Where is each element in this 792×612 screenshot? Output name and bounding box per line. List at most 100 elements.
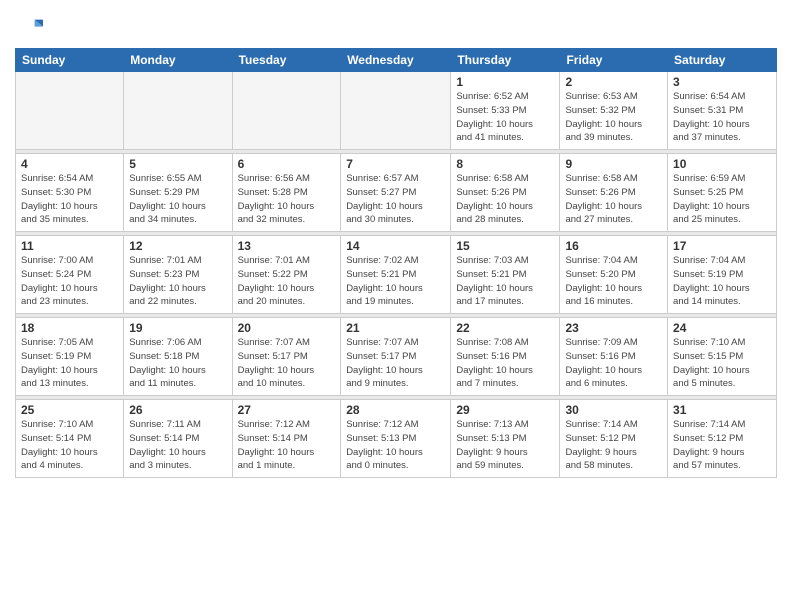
day-number: 7 <box>346 157 445 171</box>
logo <box>15 14 47 42</box>
day-info: Sunrise: 7:11 AM Sunset: 5:14 PM Dayligh… <box>129 418 226 473</box>
day-number: 14 <box>346 239 445 253</box>
day-number: 28 <box>346 403 445 417</box>
day-info: Sunrise: 7:14 AM Sunset: 5:12 PM Dayligh… <box>565 418 662 473</box>
day-info: Sunrise: 6:59 AM Sunset: 5:25 PM Dayligh… <box>673 172 771 227</box>
day-info: Sunrise: 7:10 AM Sunset: 5:15 PM Dayligh… <box>673 336 771 391</box>
day-info: Sunrise: 6:58 AM Sunset: 5:26 PM Dayligh… <box>565 172 662 227</box>
day-number: 17 <box>673 239 771 253</box>
day-info: Sunrise: 7:01 AM Sunset: 5:23 PM Dayligh… <box>129 254 226 309</box>
calendar-cell: 28Sunrise: 7:12 AM Sunset: 5:13 PM Dayli… <box>341 400 451 478</box>
calendar-cell: 19Sunrise: 7:06 AM Sunset: 5:18 PM Dayli… <box>124 318 232 396</box>
day-number: 30 <box>565 403 662 417</box>
day-info: Sunrise: 6:53 AM Sunset: 5:32 PM Dayligh… <box>565 90 662 145</box>
day-info: Sunrise: 7:05 AM Sunset: 5:19 PM Dayligh… <box>21 336 118 391</box>
calendar-cell: 6Sunrise: 6:56 AM Sunset: 5:28 PM Daylig… <box>232 154 341 232</box>
calendar-cell: 18Sunrise: 7:05 AM Sunset: 5:19 PM Dayli… <box>16 318 124 396</box>
calendar-cell: 25Sunrise: 7:10 AM Sunset: 5:14 PM Dayli… <box>16 400 124 478</box>
calendar-cell: 31Sunrise: 7:14 AM Sunset: 5:12 PM Dayli… <box>668 400 777 478</box>
calendar-cell: 20Sunrise: 7:07 AM Sunset: 5:17 PM Dayli… <box>232 318 341 396</box>
day-number: 16 <box>565 239 662 253</box>
day-info: Sunrise: 6:57 AM Sunset: 5:27 PM Dayligh… <box>346 172 445 227</box>
calendar-cell: 7Sunrise: 6:57 AM Sunset: 5:27 PM Daylig… <box>341 154 451 232</box>
page: SundayMondayTuesdayWednesdayThursdayFrid… <box>0 0 792 612</box>
calendar-cell: 27Sunrise: 7:12 AM Sunset: 5:14 PM Dayli… <box>232 400 341 478</box>
calendar-cell: 8Sunrise: 6:58 AM Sunset: 5:26 PM Daylig… <box>451 154 560 232</box>
calendar: SundayMondayTuesdayWednesdayThursdayFrid… <box>15 48 777 478</box>
calendar-cell: 30Sunrise: 7:14 AM Sunset: 5:12 PM Dayli… <box>560 400 668 478</box>
day-info: Sunrise: 6:56 AM Sunset: 5:28 PM Dayligh… <box>238 172 336 227</box>
day-number: 1 <box>456 75 554 89</box>
logo-icon <box>15 14 43 42</box>
day-info: Sunrise: 7:08 AM Sunset: 5:16 PM Dayligh… <box>456 336 554 391</box>
day-number: 19 <box>129 321 226 335</box>
day-info: Sunrise: 7:03 AM Sunset: 5:21 PM Dayligh… <box>456 254 554 309</box>
day-info: Sunrise: 7:12 AM Sunset: 5:13 PM Dayligh… <box>346 418 445 473</box>
day-info: Sunrise: 7:13 AM Sunset: 5:13 PM Dayligh… <box>456 418 554 473</box>
calendar-cell: 23Sunrise: 7:09 AM Sunset: 5:16 PM Dayli… <box>560 318 668 396</box>
week-row-4: 18Sunrise: 7:05 AM Sunset: 5:19 PM Dayli… <box>16 318 777 396</box>
day-number: 31 <box>673 403 771 417</box>
calendar-cell <box>232 72 341 150</box>
calendar-cell: 29Sunrise: 7:13 AM Sunset: 5:13 PM Dayli… <box>451 400 560 478</box>
calendar-cell: 24Sunrise: 7:10 AM Sunset: 5:15 PM Dayli… <box>668 318 777 396</box>
calendar-cell: 16Sunrise: 7:04 AM Sunset: 5:20 PM Dayli… <box>560 236 668 314</box>
day-info: Sunrise: 7:00 AM Sunset: 5:24 PM Dayligh… <box>21 254 118 309</box>
day-number: 3 <box>673 75 771 89</box>
calendar-cell: 4Sunrise: 6:54 AM Sunset: 5:30 PM Daylig… <box>16 154 124 232</box>
day-number: 22 <box>456 321 554 335</box>
calendar-cell: 26Sunrise: 7:11 AM Sunset: 5:14 PM Dayli… <box>124 400 232 478</box>
day-number: 20 <box>238 321 336 335</box>
day-number: 21 <box>346 321 445 335</box>
week-row-5: 25Sunrise: 7:10 AM Sunset: 5:14 PM Dayli… <box>16 400 777 478</box>
day-info: Sunrise: 6:58 AM Sunset: 5:26 PM Dayligh… <box>456 172 554 227</box>
day-number: 18 <box>21 321 118 335</box>
weekday-header-wednesday: Wednesday <box>341 49 451 72</box>
day-info: Sunrise: 6:55 AM Sunset: 5:29 PM Dayligh… <box>129 172 226 227</box>
day-info: Sunrise: 7:04 AM Sunset: 5:20 PM Dayligh… <box>565 254 662 309</box>
weekday-header-friday: Friday <box>560 49 668 72</box>
day-number: 4 <box>21 157 118 171</box>
weekday-header-saturday: Saturday <box>668 49 777 72</box>
day-number: 26 <box>129 403 226 417</box>
day-info: Sunrise: 7:14 AM Sunset: 5:12 PM Dayligh… <box>673 418 771 473</box>
day-number: 15 <box>456 239 554 253</box>
day-number: 9 <box>565 157 662 171</box>
calendar-cell: 12Sunrise: 7:01 AM Sunset: 5:23 PM Dayli… <box>124 236 232 314</box>
calendar-cell: 9Sunrise: 6:58 AM Sunset: 5:26 PM Daylig… <box>560 154 668 232</box>
calendar-cell: 13Sunrise: 7:01 AM Sunset: 5:22 PM Dayli… <box>232 236 341 314</box>
calendar-cell: 22Sunrise: 7:08 AM Sunset: 5:16 PM Dayli… <box>451 318 560 396</box>
calendar-cell: 21Sunrise: 7:07 AM Sunset: 5:17 PM Dayli… <box>341 318 451 396</box>
day-info: Sunrise: 7:06 AM Sunset: 5:18 PM Dayligh… <box>129 336 226 391</box>
day-number: 23 <box>565 321 662 335</box>
day-info: Sunrise: 7:01 AM Sunset: 5:22 PM Dayligh… <box>238 254 336 309</box>
day-number: 29 <box>456 403 554 417</box>
day-info: Sunrise: 7:09 AM Sunset: 5:16 PM Dayligh… <box>565 336 662 391</box>
day-number: 10 <box>673 157 771 171</box>
day-number: 13 <box>238 239 336 253</box>
calendar-cell: 10Sunrise: 6:59 AM Sunset: 5:25 PM Dayli… <box>668 154 777 232</box>
header-area <box>15 10 777 42</box>
day-info: Sunrise: 7:10 AM Sunset: 5:14 PM Dayligh… <box>21 418 118 473</box>
week-row-2: 4Sunrise: 6:54 AM Sunset: 5:30 PM Daylig… <box>16 154 777 232</box>
calendar-cell: 15Sunrise: 7:03 AM Sunset: 5:21 PM Dayli… <box>451 236 560 314</box>
calendar-cell: 2Sunrise: 6:53 AM Sunset: 5:32 PM Daylig… <box>560 72 668 150</box>
calendar-cell <box>341 72 451 150</box>
calendar-cell: 5Sunrise: 6:55 AM Sunset: 5:29 PM Daylig… <box>124 154 232 232</box>
day-number: 6 <box>238 157 336 171</box>
day-number: 5 <box>129 157 226 171</box>
week-row-3: 11Sunrise: 7:00 AM Sunset: 5:24 PM Dayli… <box>16 236 777 314</box>
calendar-cell: 3Sunrise: 6:54 AM Sunset: 5:31 PM Daylig… <box>668 72 777 150</box>
weekday-header-row: SundayMondayTuesdayWednesdayThursdayFrid… <box>16 49 777 72</box>
weekday-header-tuesday: Tuesday <box>232 49 341 72</box>
weekday-header-thursday: Thursday <box>451 49 560 72</box>
day-number: 8 <box>456 157 554 171</box>
day-info: Sunrise: 7:04 AM Sunset: 5:19 PM Dayligh… <box>673 254 771 309</box>
day-info: Sunrise: 6:54 AM Sunset: 5:30 PM Dayligh… <box>21 172 118 227</box>
weekday-header-sunday: Sunday <box>16 49 124 72</box>
day-info: Sunrise: 6:52 AM Sunset: 5:33 PM Dayligh… <box>456 90 554 145</box>
day-info: Sunrise: 6:54 AM Sunset: 5:31 PM Dayligh… <box>673 90 771 145</box>
day-number: 11 <box>21 239 118 253</box>
calendar-cell: 1Sunrise: 6:52 AM Sunset: 5:33 PM Daylig… <box>451 72 560 150</box>
day-number: 27 <box>238 403 336 417</box>
